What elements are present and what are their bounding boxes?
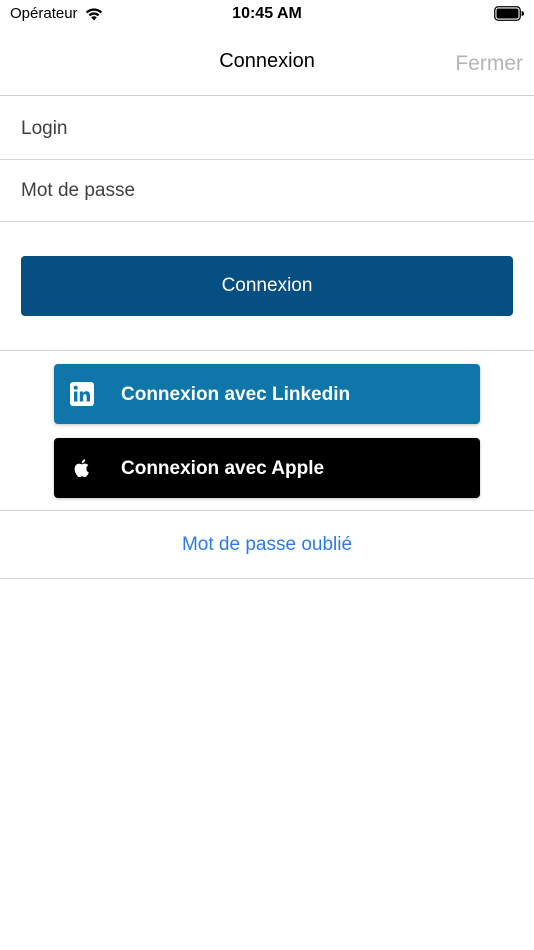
login-submit-button[interactable]: Connexion bbox=[21, 256, 513, 316]
linkedin-login-button[interactable]: Connexion avec Linkedin bbox=[54, 364, 480, 424]
linkedin-icon bbox=[70, 382, 94, 406]
login-screen: Opérateur 10:45 AM Connexion Fermer Conn… bbox=[0, 0, 534, 950]
status-time: 10:45 AM bbox=[232, 5, 302, 22]
battery-icon bbox=[494, 6, 524, 21]
divider bbox=[0, 510, 534, 511]
apple-button-label: Connexion avec Apple bbox=[121, 458, 325, 479]
navigation-bar: Connexion Fermer bbox=[0, 28, 534, 96]
password-field-row bbox=[0, 160, 534, 222]
divider bbox=[0, 350, 534, 351]
forgot-password-link[interactable]: Mot de passe oublié bbox=[0, 534, 534, 556]
login-field-row bbox=[0, 98, 534, 160]
linkedin-button-label: Connexion avec Linkedin bbox=[121, 384, 351, 405]
divider bbox=[0, 578, 534, 579]
apple-login-button[interactable]: Connexion avec Apple bbox=[54, 438, 480, 498]
password-input[interactable] bbox=[21, 160, 511, 222]
apple-icon bbox=[74, 459, 89, 478]
status-bar: Opérateur 10:45 AM bbox=[0, 0, 534, 28]
close-button[interactable]: Fermer bbox=[455, 52, 523, 76]
page-title: Connexion bbox=[219, 50, 315, 72]
login-input[interactable] bbox=[21, 98, 511, 160]
